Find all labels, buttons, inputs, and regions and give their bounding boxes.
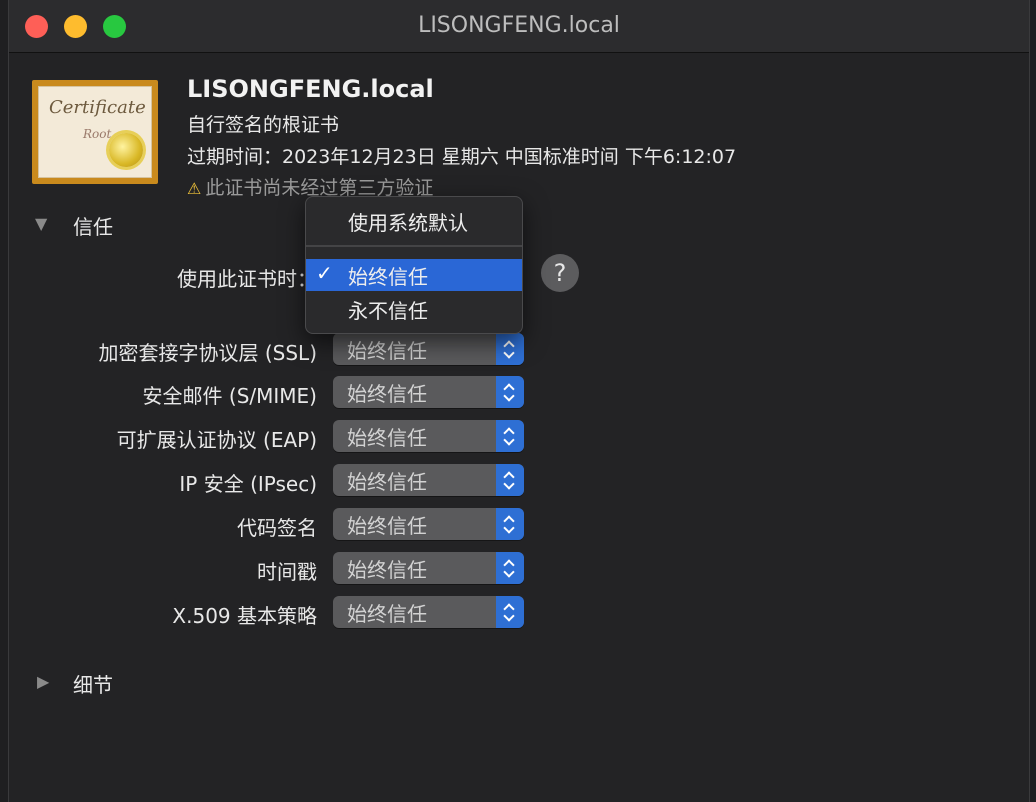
chevron-updown-icon <box>496 464 524 496</box>
ipsec-popup[interactable]: 始终信任 <box>333 464 524 496</box>
eap-popup-value: 始终信任 <box>347 426 427 450</box>
seal-icon <box>109 133 143 167</box>
ssl-popup-value: 始终信任 <box>347 339 427 363</box>
warning-icon: ⚠ <box>187 179 202 198</box>
ipsec-popup-value: 始终信任 <box>347 470 427 494</box>
certificate-icon: Certificate Root <box>32 80 158 184</box>
title-bar[interactable]: LISONGFENG.local <box>9 0 1029 53</box>
chevron-updown-icon <box>496 552 524 584</box>
chevron-updown-icon <box>496 508 524 540</box>
trust-disclosure-icon[interactable]: ▼ <box>35 214 47 233</box>
trust-dropdown-menu: 使用系统默认 ✓ 始终信任 永不信任 <box>305 196 523 334</box>
ipsec-label: IP 安全 (IPsec) <box>179 472 317 496</box>
menu-item-never-trust[interactable]: 永不信任 <box>306 293 522 325</box>
details-section-label[interactable]: 细节 <box>73 669 113 698</box>
timestamp-popup[interactable]: 始终信任 <box>333 552 524 584</box>
timestamp-popup-value: 始终信任 <box>347 558 427 582</box>
window-title: LISONGFENG.local <box>418 13 620 38</box>
ssl-label: 加密套接字协议层 (SSL) <box>98 341 318 365</box>
x509-popup-value: 始终信任 <box>347 602 427 626</box>
timestamp-label: 时间戳 <box>257 560 317 584</box>
details-disclosure-icon[interactable]: ▶ <box>37 672 49 691</box>
certificate-icon-subtext: Root <box>83 127 112 141</box>
certificate-expiry: 过期时间：2023年12月23日 星期六 中国标准时间 下午6:12:07 <box>187 146 737 168</box>
chevron-updown-icon <box>496 420 524 452</box>
certificate-name: LISONGFENG.local <box>187 75 434 103</box>
x509-popup[interactable]: 始终信任 <box>333 596 524 628</box>
chevron-updown-icon <box>496 333 524 365</box>
eap-label: 可扩展认证协议 (EAP) <box>116 428 317 452</box>
smime-label: 安全邮件 (S/MIME) <box>142 384 317 408</box>
trust-section-label[interactable]: 信任 <box>73 211 113 240</box>
eap-popup[interactable]: 始终信任 <box>333 420 524 452</box>
certificate-icon-text: Certificate <box>49 97 146 118</box>
menu-item-always-trust[interactable]: ✓ 始终信任 <box>306 259 522 291</box>
code-signing-popup-value: 始终信任 <box>347 514 427 538</box>
smime-popup-value: 始终信任 <box>347 382 427 406</box>
certificate-window: LISONGFENG.local Certificate Root LISONG… <box>8 0 1030 802</box>
certificate-kind: 自行签名的根证书 <box>187 114 340 136</box>
when-using-label: 使用此证书时： <box>177 267 317 291</box>
code-signing-label: 代码签名 <box>237 516 317 540</box>
smime-popup[interactable]: 始终信任 <box>333 376 524 408</box>
code-signing-popup[interactable]: 始终信任 <box>333 508 524 540</box>
checkmark-icon: ✓ <box>316 261 333 285</box>
x509-label: X.509 基本策略 <box>172 604 317 628</box>
chevron-updown-icon <box>496 596 524 628</box>
menu-item-use-system-default[interactable]: 使用系统默认 <box>306 205 522 237</box>
ssl-popup[interactable]: 始终信任 <box>333 333 524 365</box>
help-button[interactable]: ? <box>541 254 579 292</box>
menu-separator <box>306 245 522 247</box>
chevron-updown-icon <box>496 376 524 408</box>
